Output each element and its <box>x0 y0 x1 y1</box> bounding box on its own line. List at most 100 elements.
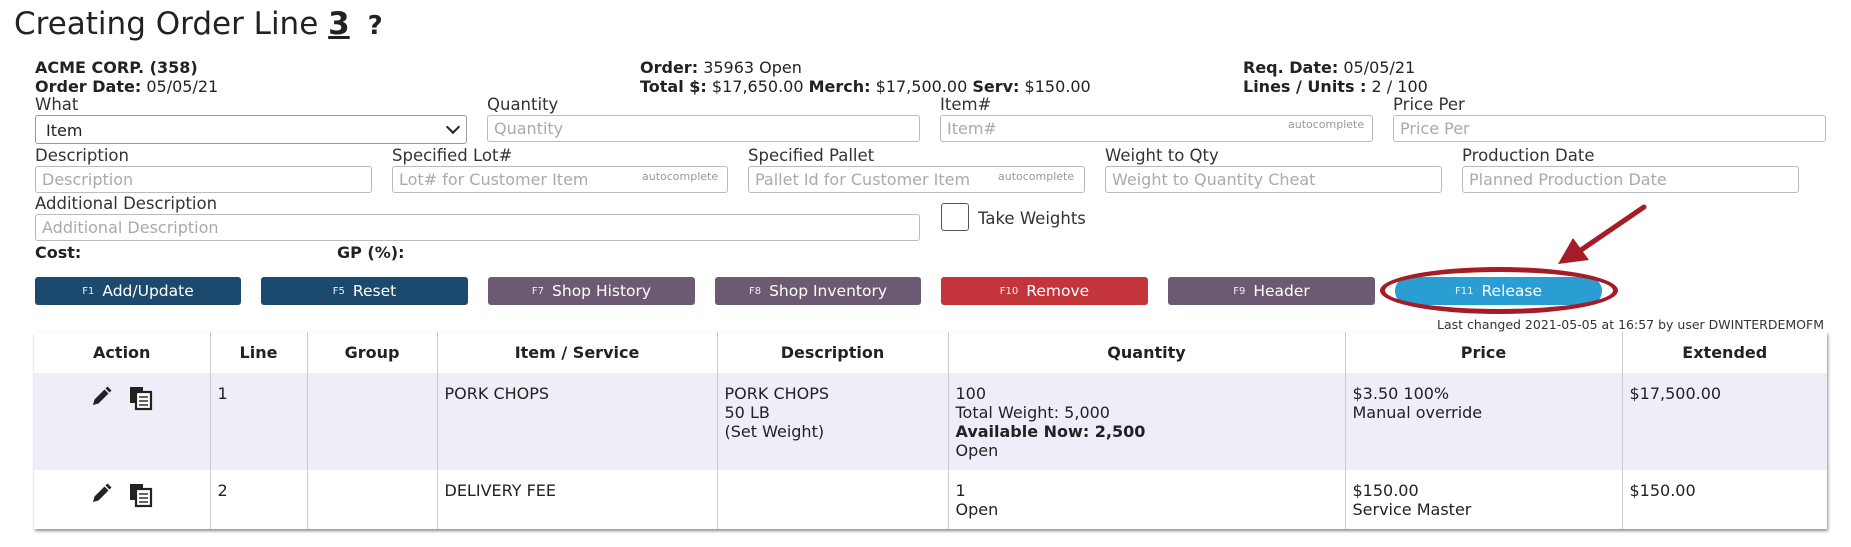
add-update-key: F1 <box>82 285 95 297</box>
remove-button[interactable]: F10 Remove <box>941 277 1148 305</box>
highlight-ellipse <box>1380 267 1618 314</box>
header-button[interactable]: F9 Header <box>1168 277 1375 305</box>
cell-quantity: 100 Total Weight: 5,000 Available Now: 2… <box>947 373 1345 470</box>
reset-key: F5 <box>332 285 345 297</box>
copy-icon[interactable] <box>128 385 154 411</box>
remove-key: F10 <box>999 285 1019 297</box>
cell-extended: $150.00 <box>1621 470 1827 529</box>
help-icon[interactable]: ? <box>368 11 383 41</box>
table-row[interactable]: 1 PORK CHOPS PORK CHOPS 50 LB (Set Weigh… <box>34 373 1827 470</box>
annotation-arrow-icon <box>1558 204 1647 264</box>
table-header-row: Action Line Group Item / Service Descrip… <box>34 332 1827 373</box>
shop-inventory-key: F8 <box>748 285 762 297</box>
take-weights-checkbox[interactable] <box>941 203 969 231</box>
column-header-quantity: Quantity <box>947 332 1345 373</box>
cell-line: 2 <box>209 470 307 529</box>
cost-label: Cost: <box>35 243 82 262</box>
serv-label: Serv: <box>972 77 1020 96</box>
merch-value: $17,500.00 <box>875 77 968 96</box>
page-title-text: Creating Order Line <box>14 6 319 42</box>
cell-group <box>306 373 437 470</box>
available-now: Available Now: 2,500 <box>955 422 1146 441</box>
pallet-autocomplete-hint: autocomplete <box>998 170 1075 183</box>
add-update-button[interactable]: F1 Add/Update <box>35 277 241 305</box>
shop-inventory-button[interactable]: F8 Shop Inventory <box>715 277 921 305</box>
cell-line: 1 <box>209 373 307 470</box>
total-label: Total $: <box>640 77 707 96</box>
quantity-input[interactable] <box>487 115 920 142</box>
order-value: 35963 Open <box>703 58 802 77</box>
column-header-extended: Extended <box>1621 332 1827 373</box>
cell-description <box>716 470 948 529</box>
chevron-down-icon <box>445 119 461 135</box>
line-status: Open <box>955 500 999 519</box>
shop-history-label: Shop History <box>552 282 652 300</box>
quantity-value: 100 <box>955 384 987 403</box>
header-label: Header <box>1253 282 1310 300</box>
customer-name: ACME CORP. (358) <box>35 58 198 77</box>
column-header-action: Action <box>34 332 210 373</box>
total-weight: Total Weight: 5,000 <box>955 403 1110 422</box>
shop-history-key: F7 <box>531 285 545 297</box>
cell-quantity: 1 Open <box>947 470 1345 529</box>
price-note: Manual override <box>1352 403 1483 422</box>
what-label: What <box>35 95 79 114</box>
lot-label: Specified Lot# <box>392 146 513 165</box>
quantity-label: Quantity <box>487 95 559 114</box>
order-date-value: 05/05/21 <box>146 77 219 96</box>
item-autocomplete-hint: autocomplete <box>1288 118 1365 131</box>
cell-group <box>306 470 437 529</box>
table-row[interactable]: 2 DELIVERY FEE 1 Open $150.00 Service Ma… <box>34 470 1827 529</box>
header-key: F9 <box>1233 285 1246 297</box>
item-label: Item# <box>940 95 992 114</box>
add-update-label: Add/Update <box>102 282 194 300</box>
price-value: $150.00 <box>1352 481 1419 500</box>
row-actions <box>34 373 210 470</box>
quantity-value: 1 <box>955 481 966 500</box>
cell-price: $3.50 100% Manual override <box>1344 373 1622 470</box>
take-weights-label: Take Weights <box>978 209 1086 228</box>
pencil-icon[interactable] <box>89 385 113 409</box>
price-per-input[interactable] <box>1393 115 1826 142</box>
cell-item: DELIVERY FEE <box>436 470 717 529</box>
description-input[interactable] <box>35 166 372 193</box>
production-date-label: Production Date <box>1462 146 1595 165</box>
gp-label: GP (%): <box>337 243 405 262</box>
order-date-label: Order Date: <box>35 77 142 96</box>
request-info: Req. Date: 05/05/21 Lines / Units : 2 / … <box>1243 58 1428 96</box>
price-per-label: Price Per <box>1393 95 1465 114</box>
order-label: Order: <box>640 58 699 77</box>
description-line: PORK CHOPS <box>724 384 830 403</box>
production-date-input[interactable] <box>1462 166 1799 193</box>
weight-to-qty-label: Weight to Qty <box>1105 146 1219 165</box>
description-line: 50 LB <box>724 403 770 422</box>
cell-item: PORK CHOPS <box>436 373 717 470</box>
merch-label: Merch: <box>808 77 871 96</box>
page-title: Creating Order Line 3 ? <box>14 6 383 42</box>
weight-to-qty-input[interactable] <box>1105 166 1442 193</box>
remove-label: Remove <box>1026 282 1090 300</box>
shop-history-button[interactable]: F7 Shop History <box>488 277 695 305</box>
price-value: $3.50 100% <box>1352 384 1450 403</box>
description-label: Description <box>35 146 129 165</box>
cell-extended: $17,500.00 <box>1621 373 1827 470</box>
column-header-price: Price <box>1344 332 1622 373</box>
req-date-value: 05/05/21 <box>1343 58 1416 77</box>
lot-autocomplete-hint: autocomplete <box>642 170 719 183</box>
what-select[interactable]: Item <box>35 115 467 144</box>
reset-button[interactable]: F5 Reset <box>261 277 468 305</box>
additional-description-input[interactable] <box>35 214 920 241</box>
order-info: Order: 35963 Open Total $: $17,650.00 Me… <box>640 58 1091 96</box>
price-note: Service Master <box>1352 500 1472 519</box>
req-date-label: Req. Date: <box>1243 58 1339 77</box>
line-number-link[interactable]: 3 <box>328 6 350 42</box>
pallet-label: Specified Pallet <box>748 146 875 165</box>
copy-icon[interactable] <box>128 482 154 508</box>
cell-description: PORK CHOPS 50 LB (Set Weight) <box>716 373 948 470</box>
line-status: Open <box>955 441 999 460</box>
cell-price: $150.00 Service Master <box>1344 470 1622 529</box>
additional-description-label: Additional Description <box>35 194 218 213</box>
lines-units-label: Lines / Units : <box>1243 77 1367 96</box>
lines-units-value: 2 / 100 <box>1371 77 1428 96</box>
pencil-icon[interactable] <box>89 482 113 506</box>
